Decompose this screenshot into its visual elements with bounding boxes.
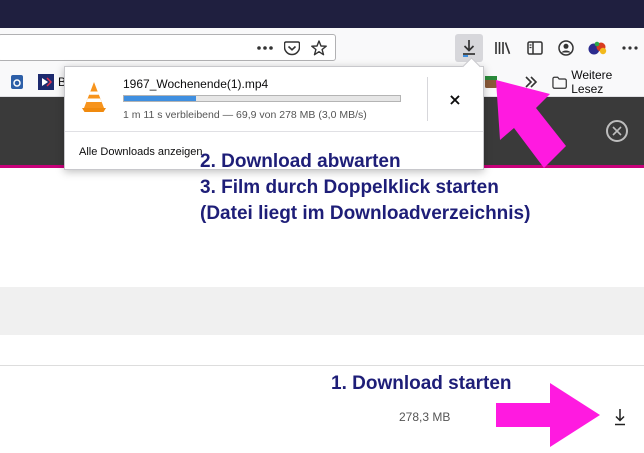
page-content-band: [0, 287, 644, 335]
download-file-name: 1967_Wochenende(1).mp4: [123, 77, 269, 91]
bookmark-item[interactable]: B: [38, 72, 66, 92]
arrow-up-left-icon: [496, 80, 566, 168]
annotation-step-2: 2. Download abwarten: [200, 151, 401, 172]
annotation-step-3: 3. Film durch Doppelklick starten: [200, 177, 499, 198]
bookmark-star-icon[interactable]: [309, 38, 329, 58]
arrow-right-icon: [496, 383, 600, 447]
file-size-label: 278,3 MB: [399, 410, 451, 424]
sidebar-icon[interactable]: [521, 34, 549, 62]
download-item[interactable]: 1967_Wochenende(1).mp4 1 m 11 s verbleib…: [65, 67, 483, 131]
show-all-downloads-button[interactable]: Alle Downloads anzeigen: [79, 146, 203, 158]
bookmark-site-icon: [38, 74, 54, 90]
more-icon[interactable]: [255, 38, 275, 58]
cancel-download-button[interactable]: ×: [441, 87, 469, 111]
vlc-file-icon: [82, 82, 106, 112]
close-icon[interactable]: [606, 120, 628, 142]
overflow-icon[interactable]: [616, 34, 644, 62]
library-icon[interactable]: [489, 34, 517, 62]
bookmark-favicon-icon[interactable]: [10, 72, 24, 92]
annotation-step-1: 1. Download starten: [331, 373, 512, 394]
content-divider: [0, 365, 644, 366]
download-status: 1 m 11 s verbleibend — 69,9 von 278 MB (…: [123, 109, 367, 121]
pocket-icon[interactable]: [282, 38, 302, 58]
account-icon[interactable]: [552, 34, 580, 62]
annotation-step-3-note: (Datei liegt im Downloadverzeichnis): [200, 203, 531, 224]
download-icon[interactable]: [455, 34, 483, 62]
window-titlebar: [0, 0, 644, 28]
download-progress-fill: [124, 96, 196, 101]
row-separator: [427, 77, 428, 121]
extension-icon[interactable]: [584, 34, 612, 62]
page-download-icon[interactable]: [610, 406, 630, 428]
url-bar[interactable]: [0, 34, 336, 61]
download-progress-bar: [123, 95, 401, 102]
bookmark-folder-label: Weitere Lesez: [571, 68, 613, 96]
